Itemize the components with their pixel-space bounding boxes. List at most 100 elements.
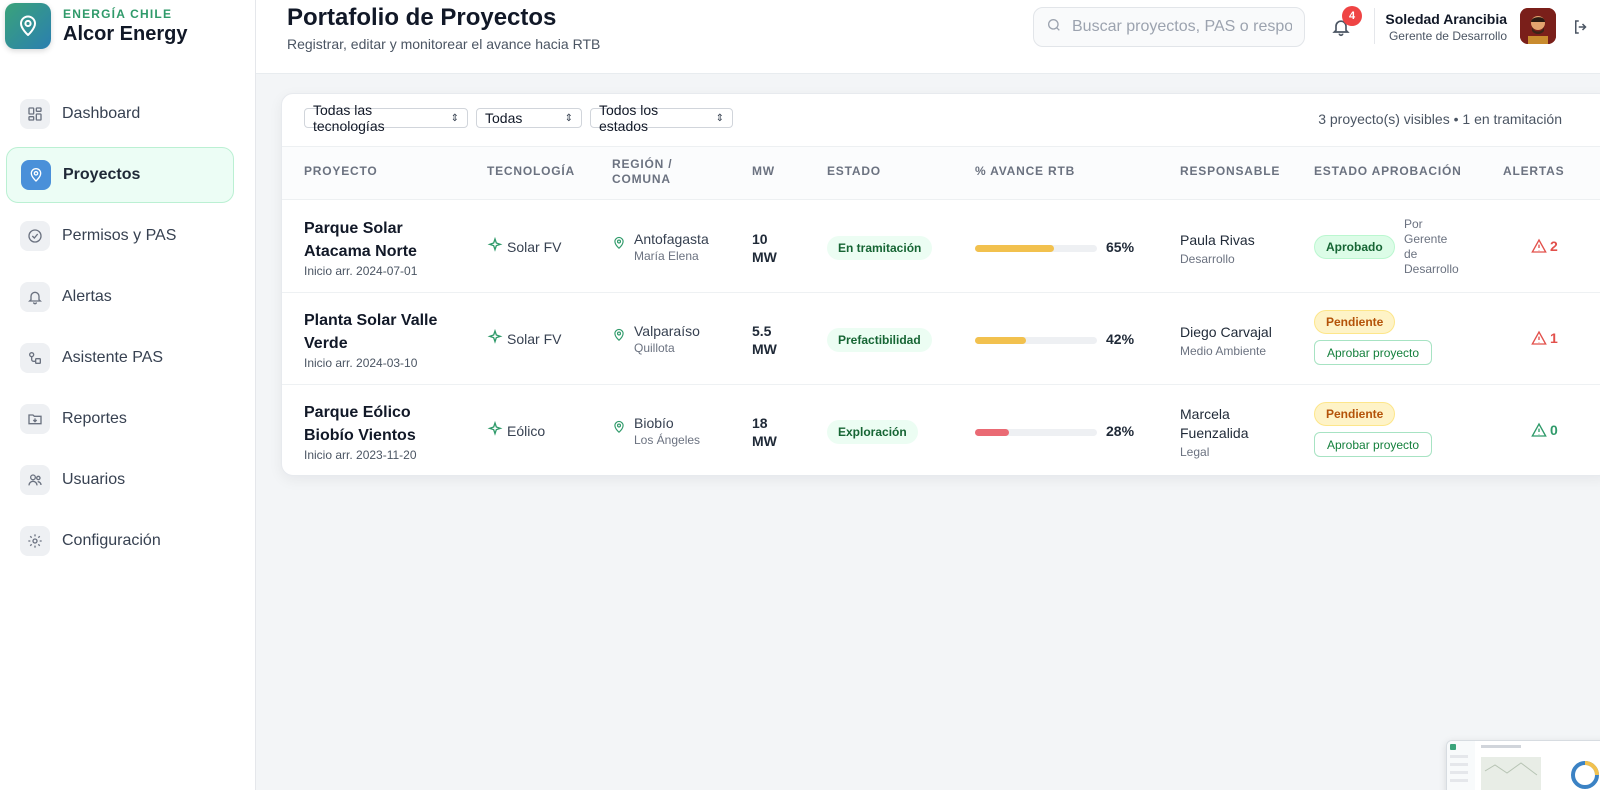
alerts-count[interactable]: 2 [1531, 238, 1558, 254]
sidebar-nav: Dashboard Proyectos Permisos y PAS Alert… [6, 86, 234, 574]
region-filter-value: Todas [485, 110, 523, 126]
alerts-value: 1 [1550, 330, 1558, 346]
progress-percent: 42% [1106, 331, 1135, 347]
project-name[interactable]: Planta Solar Valle Verde [304, 309, 454, 355]
column-header-owner[interactable]: RESPONSABLE [1180, 164, 1280, 178]
owner-department: Desarrollo [1180, 252, 1235, 266]
progress-bar-fill [975, 337, 1027, 344]
brand-logo-icon [5, 3, 51, 49]
sidebar-item-reportes[interactable]: Reportes [6, 391, 234, 447]
logout-button[interactable] [1572, 18, 1590, 36]
column-header-technology[interactable]: TECNOLOGÍA [487, 164, 575, 178]
owner-name: Marcela Fuenzalida [1180, 406, 1249, 441]
progress-bar-fill [975, 245, 1055, 252]
user-name: Soledad Arancibia [1385, 11, 1507, 27]
brand-tagline: ENERGÍA CHILE [63, 6, 173, 21]
search-box[interactable] [1033, 7, 1305, 47]
chevron-updown-icon: ⇕ [564, 112, 573, 124]
sidebar-item-configuracion[interactable]: Configuración [6, 513, 234, 569]
owner-department: Legal [1180, 445, 1210, 459]
status-filter-select[interactable]: Todos los estados ⇕ [590, 102, 733, 134]
approval-cell: Pendiente Aprobar proyecto [1314, 402, 1433, 457]
warning-icon [1531, 422, 1547, 437]
page-subtitle: Registrar, editar y monitorear el avance… [287, 36, 601, 52]
top-header: Portafolio de Proyectos Registrar, edita… [256, 0, 1600, 74]
sidebar-item-label: Dashboard [62, 105, 141, 122]
approve-project-button[interactable]: Aprobar proyecto [1314, 340, 1433, 365]
project-name[interactable]: Parque Eólico Biobío Vientos [304, 401, 454, 447]
approval-badge: Aprobado [1314, 235, 1395, 259]
owner-name: Diego Carvajal [1180, 324, 1272, 340]
table-row[interactable]: Planta Solar Valle Verde Inicio arr. 202… [282, 293, 1600, 385]
project-name[interactable]: Parque Solar Atacama Norte [304, 217, 454, 263]
column-header-alerts[interactable]: ALERTAS [1503, 164, 1564, 178]
technology-label: Solar FV [507, 238, 562, 255]
avatar[interactable] [1520, 8, 1556, 44]
owner-cell: Marcela Fuenzalida Legal [1180, 405, 1290, 459]
sparkle-icon [487, 420, 503, 440]
status-badge: Exploración [827, 420, 918, 444]
technology-label: Solar FV [507, 330, 562, 347]
workflow-icon [20, 343, 50, 373]
approval-cell: Aprobado [1314, 235, 1395, 259]
sidebar-item-label: Proyectos [63, 166, 141, 183]
location-pin-icon [612, 327, 626, 348]
approval-badge: Pendiente [1314, 402, 1396, 426]
sidebar-item-alertas[interactable]: Alertas [6, 269, 234, 325]
column-header-mw[interactable]: MW [752, 164, 775, 178]
sidebar-item-dashboard[interactable]: Dashboard [6, 86, 234, 142]
region-cell: Valparaíso Quillota [612, 323, 700, 355]
table-header: PROYECTO TECNOLOGÍA REGIÓN / COMUNA MW E… [282, 146, 1600, 200]
user-role: Gerente de Desarrollo [1388, 29, 1507, 43]
sidebar-item-asistente[interactable]: Asistente PAS [6, 330, 234, 386]
column-header-project[interactable]: PROYECTO [304, 164, 378, 178]
sidebar-item-permisos[interactable]: Permisos y PAS [6, 208, 234, 264]
sparkle-icon [487, 236, 503, 256]
region-cell: Antofagasta María Elena [612, 231, 709, 263]
brand-name: Alcor Energy [63, 22, 188, 45]
check-circle-icon [20, 221, 50, 251]
technology-cell: Eólico [487, 420, 545, 440]
region-name: Biobío [634, 415, 674, 431]
projects-panel: Todas las tecnologías ⇕ Todas ⇕ Todos lo… [281, 93, 1600, 476]
table-row[interactable]: Parque Eólico Biobío Vientos Inicio arr.… [282, 385, 1600, 475]
project-start-date: Inicio arr. 2024-03-10 [304, 356, 418, 370]
sidebar-item-usuarios[interactable]: Usuarios [6, 452, 234, 508]
filters-bar: Todas las tecnologías ⇕ Todas ⇕ Todos lo… [304, 102, 733, 134]
project-cell: Parque Solar Atacama Norte Inicio arr. 2… [304, 217, 454, 278]
column-header-approval[interactable]: ESTADO APROBACIÓN [1314, 164, 1462, 178]
project-cell: Parque Eólico Biobío Vientos Inicio arr.… [304, 401, 454, 462]
chevron-updown-icon: ⇕ [450, 112, 459, 124]
chevron-updown-icon: ⇕ [715, 112, 724, 124]
progress-bar-fill [975, 429, 1010, 436]
status-badge: Prefactibilidad [827, 328, 932, 352]
status-filter-value: Todos los estados [599, 102, 659, 134]
table-row[interactable]: Parque Solar Atacama Norte Inicio arr. 2… [282, 201, 1600, 293]
region-cell: Biobío Los Ángeles [612, 415, 700, 447]
status-cell: Exploración [827, 420, 918, 444]
region-filter-select[interactable]: Todas ⇕ [476, 108, 582, 128]
technology-filter-select[interactable]: Todas las tecnologías ⇕ [304, 102, 468, 134]
window-preview-thumbnail[interactable] [1446, 740, 1600, 790]
sidebar-item-proyectos[interactable]: Proyectos [6, 147, 234, 203]
column-header-status[interactable]: ESTADO [827, 164, 881, 178]
owner-cell: Paula Rivas Desarrollo [1180, 231, 1255, 266]
column-header-progress[interactable]: % AVANCE RTB [975, 164, 1075, 178]
owner-name: Paula Rivas [1180, 232, 1255, 248]
logout-icon [1575, 20, 1587, 34]
sidebar-item-label: Alertas [62, 288, 112, 305]
status-badge: En tramitación [827, 236, 933, 260]
progress-bar [975, 245, 1097, 252]
status-cell: Prefactibilidad [827, 328, 932, 352]
commune-name: Quillota [634, 341, 675, 355]
approve-project-button[interactable]: Aprobar proyecto [1314, 432, 1433, 457]
alerts-count[interactable]: 0 [1531, 422, 1558, 438]
alerts-count[interactable]: 1 [1531, 330, 1558, 346]
location-pin-icon [612, 419, 626, 440]
progress-percent: 65% [1106, 239, 1135, 255]
search-input[interactable] [1072, 18, 1292, 36]
brand[interactable]: ENERGÍA CHILE Alcor Energy [5, 3, 187, 49]
technology-filter-value: Todas las tecnologías [313, 102, 385, 134]
column-header-region[interactable]: REGIÓN / COMUNA [612, 157, 692, 187]
dashboard-icon [20, 99, 50, 129]
